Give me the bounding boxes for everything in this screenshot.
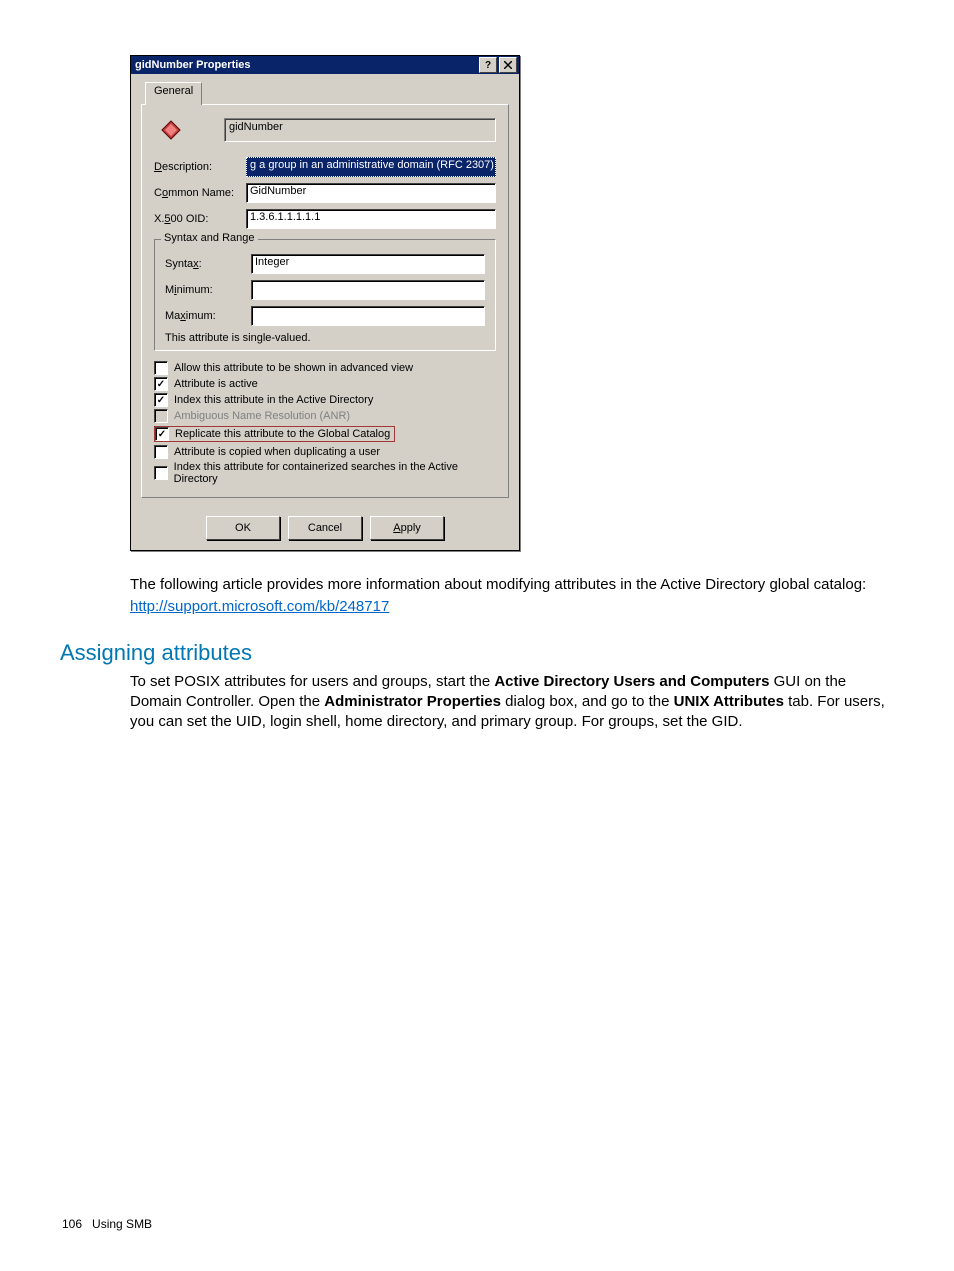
text-fragment: dialog box, and go to the <box>501 693 674 710</box>
attribute-name-box: gidNumber <box>224 118 496 142</box>
tab-general[interactable]: General <box>145 82 202 105</box>
paragraph-intro: The following article provides more info… <box>130 575 894 595</box>
common-name-field: GidNumber <box>246 183 496 203</box>
checkbox-label: Index this attribute for containerized s… <box>174 461 496 485</box>
checkbox-label: Index this attribute in the Active Direc… <box>174 394 373 406</box>
checkbox-advanced-view[interactable] <box>154 361 168 375</box>
label-minimum: Minimum: <box>165 284 251 296</box>
group-title: Syntax and Range <box>161 232 258 244</box>
properties-dialog: gidNumber Properties ? General gidN <box>130 55 520 551</box>
checkbox-label: Attribute is copied when duplicating a u… <box>174 446 380 458</box>
checkbox-active[interactable]: ✓ <box>154 377 168 391</box>
paragraph-assigning: To set POSIX attributes for users and gr… <box>130 672 894 733</box>
minimum-field[interactable] <box>251 280 485 300</box>
kb-link[interactable]: http://support.microsoft.com/kb/248717 <box>130 598 389 615</box>
titlebar: gidNumber Properties ? <box>131 56 519 74</box>
checkbox-label: Allow this attribute to be shown in adva… <box>174 362 413 374</box>
section-title: Using SMB <box>92 1217 152 1231</box>
help-button[interactable]: ? <box>479 57 497 73</box>
bold-aduc: Active Directory Users and Computers <box>494 673 769 690</box>
bold-admin-props: Administrator Properties <box>324 693 501 710</box>
x500-oid-field: 1.3.6.1.1.1.1.1 <box>246 209 496 229</box>
checkbox-label: Attribute is active <box>174 378 258 390</box>
maximum-field[interactable] <box>251 306 485 326</box>
close-button[interactable] <box>499 57 517 73</box>
close-icon <box>504 61 512 69</box>
checkbox-anr <box>154 409 168 423</box>
label-common-name: Common Name: <box>154 187 246 199</box>
highlighted-option: ✓ Replicate this attribute to the Global… <box>154 426 395 442</box>
checkbox-label: Ambiguous Name Resolution (ANR) <box>174 410 350 422</box>
page-footer: 106 Using SMB <box>62 1217 152 1231</box>
label-syntax: Syntax: <box>165 258 251 270</box>
checkbox-index-containerized[interactable] <box>154 466 168 480</box>
page-number: 106 <box>62 1217 82 1231</box>
checkbox-list: Allow this attribute to be shown in adva… <box>154 361 496 485</box>
ok-button[interactable]: OK <box>206 516 280 540</box>
checkbox-copied-duplicate[interactable] <box>154 445 168 459</box>
label-description: Description: <box>154 161 246 173</box>
apply-button[interactable]: Apply <box>370 516 444 540</box>
attribute-icon <box>158 117 184 143</box>
cancel-button[interactable]: Cancel <box>288 516 362 540</box>
bold-unix-attrs: UNIX Attributes <box>674 693 784 710</box>
checkbox-label: Replicate this attribute to the Global C… <box>175 428 390 440</box>
heading-assigning-attributes: Assigning attributes <box>60 640 894 666</box>
single-valued-note: This attribute is single-valued. <box>165 332 485 344</box>
checkbox-replicate-gc[interactable]: ✓ <box>155 427 169 441</box>
label-maximum: Maximum: <box>165 310 251 322</box>
text-fragment: To set POSIX attributes for users and gr… <box>130 673 494 690</box>
syntax-range-group: Syntax and Range Syntax: Integer Minimum… <box>154 239 496 351</box>
description-field[interactable]: g a group in an administrative domain (R… <box>246 157 496 177</box>
checkbox-index-ad[interactable]: ✓ <box>154 393 168 407</box>
syntax-field: Integer <box>251 254 485 274</box>
label-x500-oid: X.500 OID: <box>154 213 246 225</box>
window-title: gidNumber Properties <box>133 59 477 71</box>
